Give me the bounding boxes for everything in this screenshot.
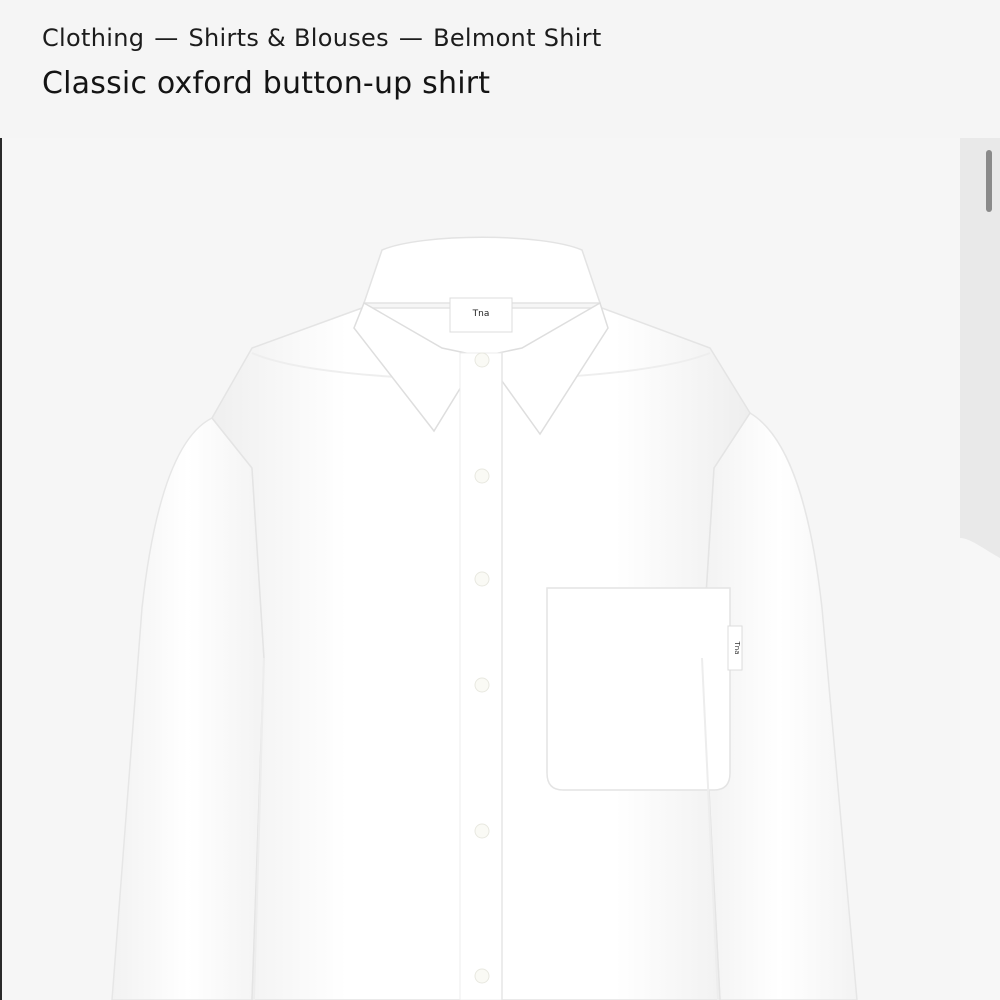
scrollbar-thumb[interactable]: [986, 150, 992, 212]
product-image-main[interactable]: Tna Tna: [2, 138, 960, 1000]
breadcrumb-clothing[interactable]: Clothing: [42, 24, 144, 52]
breadcrumb: Clothing — Shirts & Blouses — Belmont Sh…: [42, 24, 602, 52]
breadcrumb-separator: —: [398, 24, 424, 52]
next-image-preview: [960, 538, 1000, 1000]
product-image-next[interactable]: [960, 138, 1000, 1000]
shirt-image: Tna Tna: [111, 236, 858, 1000]
product-header: Clothing — Shirts & Blouses — Belmont Sh…: [0, 0, 1000, 138]
breadcrumb-belmont-shirt[interactable]: Belmont Shirt: [433, 24, 602, 52]
pocket-tag-text: Tna: [733, 640, 741, 654]
product-title: Classic oxford button-up shirt: [42, 66, 491, 101]
breadcrumb-shirts-blouses[interactable]: Shirts & Blouses: [188, 24, 388, 52]
breadcrumb-separator: —: [154, 24, 179, 52]
product-page: Clothing — Shirts & Blouses — Belmont Sh…: [0, 0, 1000, 1000]
neck-label-text: Tna: [472, 309, 490, 319]
